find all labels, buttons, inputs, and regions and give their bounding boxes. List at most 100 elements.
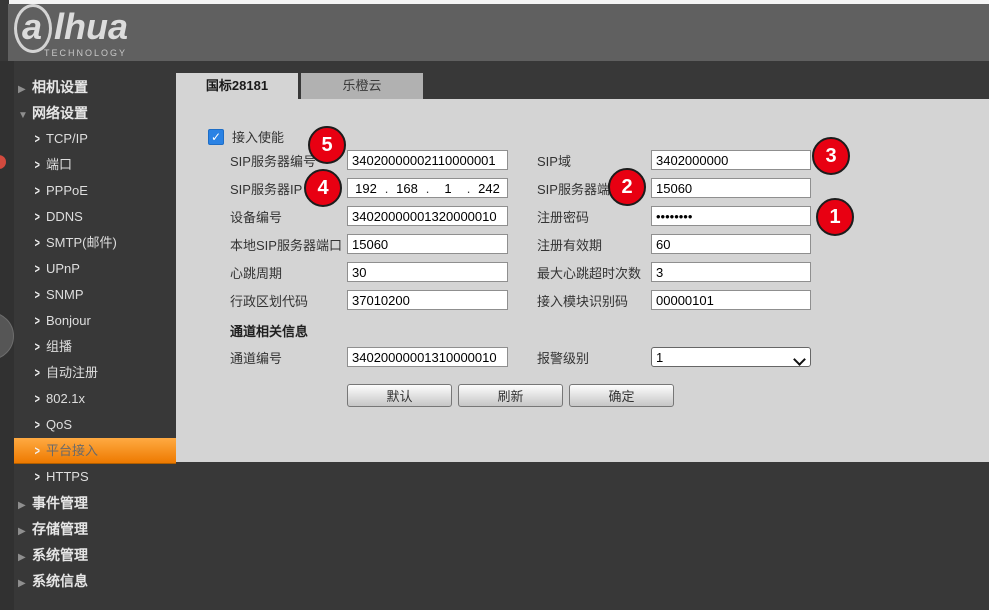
- sidebar-item-system-info[interactable]: ▶系统信息: [0, 568, 176, 594]
- chevron-right-icon: >: [35, 177, 45, 204]
- default-button[interactable]: 默认: [347, 384, 452, 407]
- sidebar-item-system-management[interactable]: ▶系统管理: [0, 542, 176, 568]
- field-label-register-validity: 注册有效期: [537, 235, 651, 254]
- heartbeat-period-input[interactable]: [347, 262, 508, 282]
- button-row: 默认 刷新 确定: [347, 384, 674, 407]
- annotation-circle-2: 2: [608, 168, 646, 206]
- sidebar-item-bonjour[interactable]: >Bonjour: [0, 308, 176, 334]
- sidebar: ▶相机设置 ▼网络设置 >TCP/IP >端口 >PPPoE >DDNS >SM…: [0, 74, 176, 594]
- chevron-right-icon: >: [35, 255, 45, 282]
- form-row: 行政区划代码 接入模块识别码: [230, 290, 811, 310]
- chevron-right-icon: >: [35, 281, 45, 308]
- tab-gb28181[interactable]: 国标28181: [176, 73, 298, 99]
- enable-row: ✓ 接入使能: [208, 127, 284, 146]
- form-row: 本地SIP服务器端口 注册有效期: [230, 234, 811, 254]
- enable-checkbox[interactable]: ✓: [208, 129, 224, 145]
- field-label-local-sip-port: 本地SIP服务器端口: [230, 235, 347, 254]
- chevron-right-icon: >: [35, 203, 45, 230]
- check-icon: ✓: [211, 130, 221, 144]
- ip-octet-2[interactable]: 168: [389, 181, 425, 196]
- sidebar-item-label: 组播: [46, 339, 72, 354]
- ip-octet-3[interactable]: 1: [430, 181, 466, 196]
- channel-id-input[interactable]: [347, 347, 508, 367]
- sip-server-ip-input[interactable]: 192.168.1.242: [347, 178, 508, 198]
- sidebar-item-label: 事件管理: [32, 495, 88, 511]
- sip-server-id-input[interactable]: [347, 150, 508, 170]
- sidebar-item-smtp[interactable]: >SMTP(邮件): [0, 230, 176, 256]
- sidebar-item-qos[interactable]: >QoS: [0, 412, 176, 438]
- sidebar-item-label: DDNS: [46, 209, 83, 224]
- confirm-button[interactable]: 确定: [569, 384, 674, 407]
- sidebar-item-label: 相机设置: [32, 79, 88, 95]
- sidebar-item-label: HTTPS: [46, 469, 89, 484]
- sidebar-item-upnp[interactable]: >UPnP: [0, 256, 176, 282]
- admin-region-code-input[interactable]: [347, 290, 508, 310]
- access-module-id-input[interactable]: [651, 290, 811, 310]
- device-id-input[interactable]: [347, 206, 508, 226]
- sidebar-item-label: PPPoE: [46, 183, 88, 198]
- triangle-right-icon: ▶: [18, 571, 32, 597]
- sidebar-item-label: 存储管理: [32, 521, 88, 537]
- chevron-right-icon: >: [35, 411, 45, 438]
- sidebar-item-network-settings[interactable]: ▼网络设置: [0, 100, 176, 126]
- sidebar-item-snmp[interactable]: >SNMP: [0, 282, 176, 308]
- sip-domain-input[interactable]: [651, 150, 811, 170]
- sidebar-item-event-management[interactable]: ▶事件管理: [0, 490, 176, 516]
- ip-octet-1[interactable]: 192: [348, 181, 384, 196]
- sidebar-item-label: Bonjour: [46, 313, 91, 328]
- chevron-right-icon: >: [35, 151, 45, 178]
- form-row: 心跳周期 最大心跳超时次数: [230, 262, 811, 282]
- chevron-right-icon: >: [35, 385, 45, 412]
- register-validity-input[interactable]: [651, 234, 811, 254]
- enable-label: 接入使能: [232, 127, 284, 146]
- dahua-logo: alhua TECHNOLOGY: [14, 4, 128, 58]
- settings-panel: ✓ 接入使能 SIP服务器编号 SIP域 SIP服务器IP 192.168.1.…: [176, 99, 989, 462]
- tab-lechange[interactable]: 乐橙云: [301, 73, 423, 99]
- sidebar-item-label: 平台接入: [46, 443, 98, 458]
- refresh-button[interactable]: 刷新: [458, 384, 563, 407]
- field-label-channel-id: 通道编号: [230, 348, 347, 367]
- chevron-right-icon: >: [35, 125, 45, 152]
- header-bar: [8, 4, 989, 61]
- sidebar-item-label: 网络设置: [32, 105, 88, 121]
- sidebar-item-platform-access[interactable]: >平台接入: [14, 438, 176, 464]
- sidebar-item-label: 系统信息: [32, 573, 88, 589]
- chevron-right-icon: >: [35, 359, 45, 386]
- sidebar-item-8021x[interactable]: >802.1x: [0, 386, 176, 412]
- annotation-circle-5: 5: [308, 126, 346, 164]
- sidebar-item-multicast[interactable]: >组播: [0, 334, 176, 360]
- sidebar-item-pppoe[interactable]: >PPPoE: [0, 178, 176, 204]
- annotation-circle-4: 4: [304, 169, 342, 207]
- field-label-sip-domain: SIP域: [537, 151, 651, 170]
- chevron-right-icon: >: [35, 229, 45, 256]
- logo-text: alhua: [14, 4, 128, 53]
- channel-info-section-header: 通道相关信息: [230, 321, 308, 340]
- app-window: alhua TECHNOLOGY ▶相机设置 ▼网络设置 >TCP/IP >端口…: [0, 0, 989, 610]
- sidebar-item-ddns[interactable]: >DDNS: [0, 204, 176, 230]
- alarm-level-select[interactable]: 1: [651, 347, 811, 367]
- sidebar-item-label: SMTP(邮件): [46, 235, 117, 250]
- annotation-circle-3: 3: [812, 137, 850, 175]
- sidebar-item-label: 系统管理: [32, 547, 88, 563]
- sidebar-item-tcpip[interactable]: >TCP/IP: [0, 126, 176, 152]
- chevron-right-icon: >: [35, 463, 45, 490]
- chevron-right-icon: >: [35, 438, 45, 464]
- local-sip-port-input[interactable]: [347, 234, 508, 254]
- sip-server-port-input[interactable]: [651, 178, 811, 198]
- form-row: 通道编号 报警级别 1: [230, 347, 811, 367]
- sidebar-item-label: SNMP: [46, 287, 84, 302]
- sidebar-item-camera-settings[interactable]: ▶相机设置: [0, 74, 176, 100]
- register-password-input[interactable]: [651, 206, 811, 226]
- max-heartbeat-timeout-input[interactable]: [651, 262, 811, 282]
- ip-octet-4[interactable]: 242: [471, 181, 507, 196]
- sidebar-item-label: 802.1x: [46, 391, 85, 406]
- sidebar-item-storage-management[interactable]: ▶存储管理: [0, 516, 176, 542]
- chevron-right-icon: >: [35, 307, 45, 334]
- chevron-right-icon: >: [35, 333, 45, 360]
- field-label-max-heartbeat-timeout: 最大心跳超时次数: [537, 263, 651, 282]
- sidebar-item-port[interactable]: >端口: [0, 152, 176, 178]
- sidebar-item-label: 自动注册: [46, 365, 98, 380]
- sidebar-item-auto-register[interactable]: >自动注册: [0, 360, 176, 386]
- sidebar-item-https[interactable]: >HTTPS: [0, 464, 176, 490]
- field-label-device-id: 设备编号: [230, 207, 347, 226]
